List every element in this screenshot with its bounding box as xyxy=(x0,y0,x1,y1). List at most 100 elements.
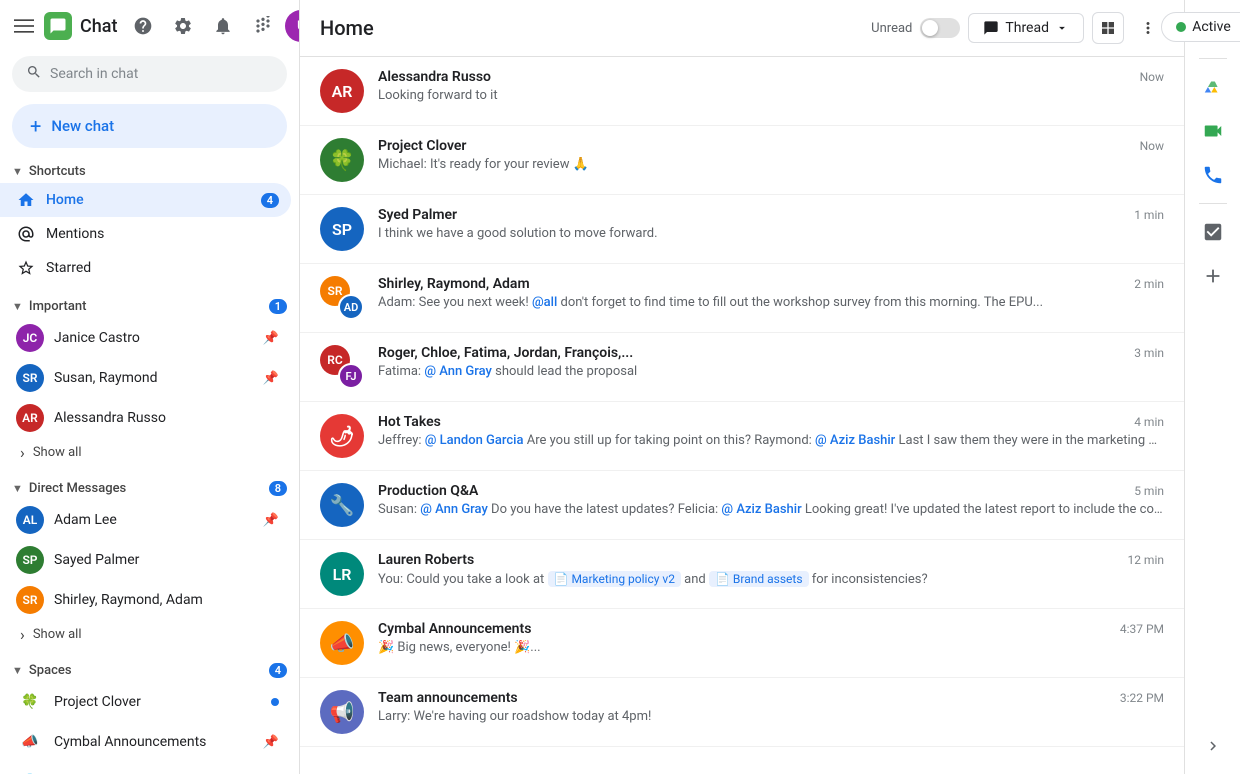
sidebar-item-starred[interactable]: Starred xyxy=(0,251,291,285)
dm-badge: 8 xyxy=(269,481,287,496)
message-item-production-qa[interactable]: 🔧 Production Q&A 5 min Susan: @ Ann Gray… xyxy=(300,471,1184,540)
msg-preview-8: You: Could you take a look at 📄 Marketin… xyxy=(378,571,1164,587)
janice-avatar: JC xyxy=(16,324,44,352)
sidebar-item-project-clover[interactable]: 🍀 Project Clover xyxy=(0,682,291,722)
message-item-cymbal-announcements[interactable]: 📣 Cymbal Announcements 4:37 PM 🎉 Big new… xyxy=(300,609,1184,678)
settings-icon[interactable] xyxy=(165,8,201,44)
sidebar-item-adam-lee[interactable]: AL Adam Lee 📌 xyxy=(0,500,291,540)
sidebar-item-cymbal-announcements[interactable]: 📣 Cymbal Announcements 📌 xyxy=(0,722,291,762)
msg-sender-5: Roger, Chloe, Fatima, Jordan, François,.… xyxy=(378,345,633,361)
mentions-icon xyxy=(16,224,36,244)
msg-top-1: Alessandra Russo Now xyxy=(378,69,1164,85)
spaces-chevron: ▼ xyxy=(12,664,23,677)
unread-toggle[interactable]: Unread xyxy=(871,18,960,38)
sidebar-item-global-sales[interactable]: 🌐 Global Sales xyxy=(0,762,291,774)
msg-top-8: Lauren Roberts 12 min xyxy=(378,552,1164,568)
important-badge: 1 xyxy=(269,299,287,314)
msg-body-2: Project Clover Now Michael: It's ready f… xyxy=(378,138,1164,172)
msg-avatar-multi-roger: RC FJ xyxy=(320,345,364,389)
app-logo xyxy=(44,12,72,40)
active-label: Active xyxy=(1192,19,1231,35)
msg-top-3: Syed Palmer 1 min xyxy=(378,207,1164,223)
shortcuts-section-header[interactable]: ▼ Shortcuts xyxy=(0,158,299,183)
message-item-project-clover[interactable]: 🍀 Project Clover Now Michael: It's ready… xyxy=(300,126,1184,195)
msg-time-8: 12 min xyxy=(1127,553,1164,567)
spaces-label: Spaces xyxy=(29,663,263,678)
msg-avatar-multi-shirley: SR AD xyxy=(320,276,364,320)
right-icon-expand[interactable] xyxy=(1193,726,1233,766)
msg-body-9: Cymbal Announcements 4:37 PM 🎉 Big news,… xyxy=(378,621,1164,655)
message-item-roger-group[interactable]: RC FJ Roger, Chloe, Fatima, Jordan, Fran… xyxy=(300,333,1184,402)
right-icon-add[interactable] xyxy=(1193,256,1233,296)
msg-body-10: Team announcements 3:22 PM Larry: We're … xyxy=(378,690,1164,724)
important-show-all[interactable]: › Show all xyxy=(0,438,299,467)
global-sales-icon: 🌐 xyxy=(16,768,44,774)
dm-show-all[interactable]: › Show all xyxy=(0,620,299,649)
message-item-shirley-raymond-adam[interactable]: SR AD Shirley, Raymond, Adam 2 min Adam:… xyxy=(300,264,1184,333)
message-item-alessandra-russo[interactable]: AR Alessandra Russo Now Looking forward … xyxy=(300,57,1184,126)
dm-chevron: ▼ xyxy=(12,482,23,495)
sidebar-item-mentions[interactable]: Mentions xyxy=(0,217,291,251)
sidebar-item-janice-castro[interactable]: JC Janice Castro 📌 xyxy=(0,318,291,358)
project-clover-icon: 🍀 xyxy=(16,688,44,716)
unread-label: Unread xyxy=(871,21,912,36)
project-clover-label: Project Clover xyxy=(54,694,141,710)
user-avatar[interactable]: U xyxy=(285,10,300,42)
susan-label: Susan, Raymond xyxy=(54,370,253,386)
page-title: Home xyxy=(320,16,859,40)
sidebar-item-sayed-palmer[interactable]: SP Sayed Palmer xyxy=(0,540,291,580)
starred-icon xyxy=(16,258,36,278)
direct-messages-section-header[interactable]: ▼ Direct Messages 8 xyxy=(0,475,299,500)
thread-button[interactable]: Thread xyxy=(968,13,1084,43)
cymbal-icon: 📣 xyxy=(16,728,44,756)
sidebar-item-shirley-raymond[interactable]: SR Shirley, Raymond, Adam xyxy=(0,580,291,620)
msg-time-2: Now xyxy=(1140,139,1164,153)
menu-icon[interactable] xyxy=(12,14,36,38)
toggle-pill[interactable] xyxy=(920,18,960,38)
sidebar-item-home[interactable]: Home 4 xyxy=(0,183,291,217)
msg-time-6: 4 min xyxy=(1134,415,1164,429)
msg-sender-8: Lauren Roberts xyxy=(378,552,474,568)
new-chat-button[interactable]: + New chat xyxy=(12,104,287,148)
right-icon-meet[interactable] xyxy=(1193,111,1233,151)
msg-body-4: Shirley, Raymond, Adam 2 min Adam: See y… xyxy=(378,276,1164,310)
active-dot xyxy=(1176,22,1186,32)
help-icon[interactable] xyxy=(125,8,161,44)
msg-time-1: Now xyxy=(1140,70,1164,84)
msg-preview-6: Jeffrey: @ Landon Garcia Are you still u… xyxy=(378,433,1164,448)
msg-preview-3: I think we have a good solution to move … xyxy=(378,226,1164,241)
sidebar-item-susan-raymond[interactable]: SR Susan, Raymond 📌 xyxy=(0,358,291,398)
right-icon-google-drive[interactable] xyxy=(1193,67,1233,107)
message-item-team-announcements[interactable]: 📢 Team announcements 3:22 PM Larry: We'r… xyxy=(300,678,1184,747)
adam-label: Adam Lee xyxy=(54,512,253,528)
message-item-lauren-roberts[interactable]: LR Lauren Roberts 12 min You: Could you … xyxy=(300,540,1184,609)
sayed-avatar: SP xyxy=(16,546,44,574)
msg-time-3: 1 min xyxy=(1134,208,1164,222)
msg-preview-5: Fatima: @ Ann Gray should lead the propo… xyxy=(378,364,1164,379)
right-icon-tasks[interactable] xyxy=(1193,212,1233,252)
msg-avatar-project-clover: 🍀 xyxy=(320,138,364,182)
message-item-syed-palmer[interactable]: SP Syed Palmer 1 min I think we have a g… xyxy=(300,195,1184,264)
message-item-hot-takes[interactable]: 🌶 Hot Takes 4 min Jeffrey: @ Landon Garc… xyxy=(300,402,1184,471)
more-options-button[interactable] xyxy=(1132,12,1164,44)
grid-view-button[interactable] xyxy=(1092,12,1124,44)
msg-top-10: Team announcements 3:22 PM xyxy=(378,690,1164,706)
spaces-section-header[interactable]: ▼ Spaces 4 xyxy=(0,657,299,682)
janice-label: Janice Castro xyxy=(54,330,253,346)
right-divider-1 xyxy=(1199,58,1227,59)
search-bar[interactable]: Search in chat xyxy=(12,56,287,92)
sidebar-item-alessandra[interactable]: AR Alessandra Russo xyxy=(0,398,291,438)
header-controls: Unread Thread xyxy=(871,12,1164,44)
waffle-menu-icon[interactable] xyxy=(245,8,281,44)
messages-list: AR Alessandra Russo Now Looking forward … xyxy=(300,57,1184,774)
msg-top-7: Production Q&A 5 min xyxy=(378,483,1164,499)
important-section-header[interactable]: ▼ Important 1 xyxy=(0,293,299,318)
msg-time-4: 2 min xyxy=(1134,277,1164,291)
active-status-button[interactable]: Active xyxy=(1161,12,1240,42)
msg-sender-3: Syed Palmer xyxy=(378,207,457,223)
right-icon-phone[interactable] xyxy=(1193,155,1233,195)
right-divider-2 xyxy=(1199,203,1227,204)
msg-sender-1: Alessandra Russo xyxy=(378,69,491,85)
msg-sender-6: Hot Takes xyxy=(378,414,441,430)
notifications-icon[interactable] xyxy=(205,8,241,44)
